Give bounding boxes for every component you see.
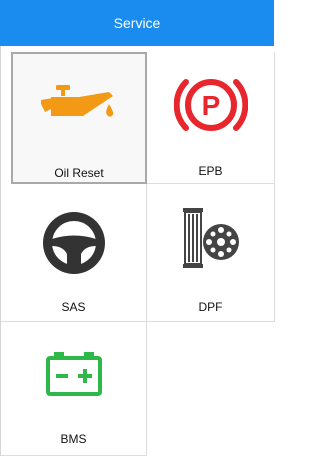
tile-bms[interactable]: BMS [1,322,147,456]
oil-can-icon [41,85,114,117]
tile-epb[interactable]: P EPB [147,52,275,184]
tile-oil-reset[interactable]: Oil Reset [11,52,147,184]
tile-label: Oil Reset [54,166,104,180]
page-title: Service [113,15,161,31]
header-bar: Service [0,0,274,46]
tile-label: EPB [198,164,223,178]
tile-dpf[interactable]: DPF [147,184,275,322]
tile-label: BMS [60,432,87,446]
parking-brake-icon: P [173,79,248,131]
battery-icon [45,352,102,396]
tile-label: SAS [61,300,86,314]
steering-wheel-icon [42,212,105,274]
svg-text:P: P [201,90,220,121]
tile-label: DPF [198,300,223,314]
service-grid: Oil Reset P EPB SAS DPF BMS [0,46,275,456]
tile-sas[interactable]: SAS [1,184,147,322]
diesel-particulate-filter-icon [182,208,239,268]
